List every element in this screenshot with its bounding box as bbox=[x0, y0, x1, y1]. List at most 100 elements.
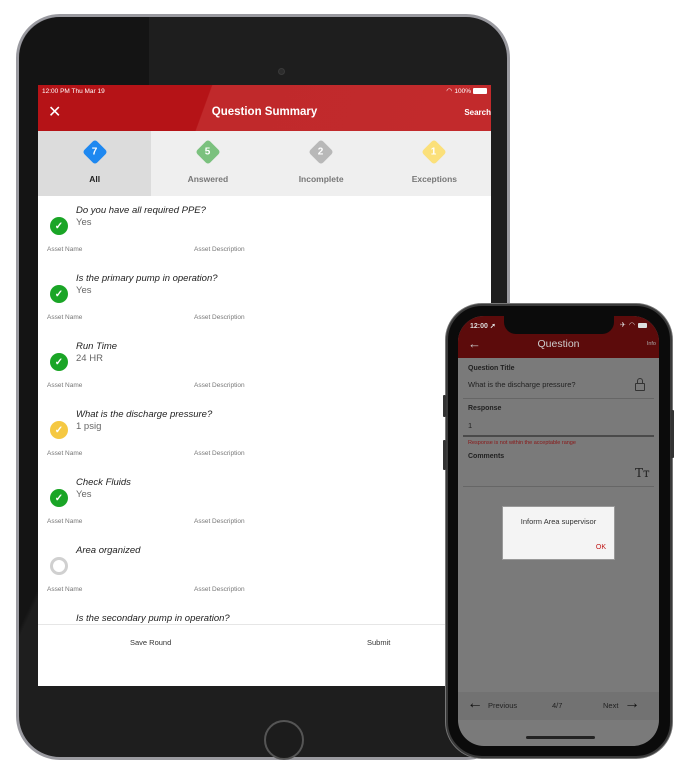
battery-icon bbox=[638, 322, 647, 328]
divider bbox=[463, 398, 654, 399]
tablet-footer: Save Round Submit bbox=[38, 624, 491, 686]
empty-circle-icon bbox=[50, 557, 68, 575]
tab-label: Incomplete bbox=[298, 174, 344, 184]
dialog-message: Inform Area supervisor bbox=[520, 517, 597, 526]
question-text: Area organized bbox=[76, 545, 141, 556]
search-button[interactable]: Search bbox=[464, 108, 491, 117]
asset-name: Asset Name bbox=[47, 382, 83, 389]
tab-exceptions[interactable]: 1 Exceptions bbox=[378, 131, 491, 196]
answer-text: 24 HR bbox=[76, 353, 103, 364]
answer-text: Yes bbox=[76, 217, 92, 228]
question-text: Do you have all required PPE? bbox=[76, 205, 206, 216]
question-item[interactable]: Check Fluids ✓ Yes Asset Name Asset Desc… bbox=[38, 468, 491, 536]
submit-button[interactable]: Submit bbox=[367, 638, 390, 647]
asset-description: Asset Description bbox=[194, 450, 245, 457]
check-circle-icon: ✓ bbox=[50, 217, 68, 235]
question-text: Is the primary pump in operation? bbox=[76, 273, 218, 284]
tab-all[interactable]: 7 All bbox=[38, 131, 152, 196]
arrow-right-icon[interactable]: → bbox=[624, 695, 640, 713]
tablet-camera bbox=[278, 68, 285, 75]
asset-description: Asset Description bbox=[194, 246, 245, 253]
battery-icon bbox=[473, 88, 487, 94]
wifi-icon: ◠ bbox=[446, 88, 453, 95]
asset-description: Asset Description bbox=[194, 382, 245, 389]
question-text: Check Fluids bbox=[76, 477, 131, 488]
asset-description: Asset Description bbox=[194, 314, 245, 321]
asset-description: Asset Description bbox=[194, 518, 245, 525]
response-input[interactable]: 1 bbox=[468, 421, 472, 430]
question-item[interactable]: Do you have all required PPE? ✓ Yes Asse… bbox=[38, 196, 491, 264]
tablet-navbar: 12:00 PM Thu Mar 19 ◠ 100% ✕ Question Su… bbox=[38, 85, 491, 131]
question-item[interactable]: Is the primary pump in operation? ✓ Yes … bbox=[38, 264, 491, 332]
tab-label: Exceptions bbox=[411, 174, 458, 184]
info-button[interactable]: Info bbox=[647, 341, 656, 347]
previous-button[interactable]: Previous bbox=[488, 701, 517, 710]
asset-name: Asset Name bbox=[47, 246, 83, 253]
comments-label: Comments bbox=[468, 453, 505, 460]
phone-status-icons: ✈ ◠ bbox=[620, 321, 647, 329]
battery-percent: 100% bbox=[454, 87, 471, 95]
save-round-button[interactable]: Save Round bbox=[130, 638, 171, 647]
tablet-status-bar: 12:00 PM Thu Mar 19 ◠ 100% bbox=[42, 86, 487, 96]
wifi-icon: ◠ bbox=[628, 322, 635, 329]
next-button[interactable]: Next bbox=[603, 701, 618, 710]
phone-screen: 12:00 ➚ ✈ ◠ ← Question Info Question Tit… bbox=[458, 316, 659, 746]
divider bbox=[463, 486, 654, 487]
phone-navbar: 12:00 ➚ ✈ ◠ ← Question Info bbox=[458, 316, 659, 358]
count-badge: 5 bbox=[195, 139, 221, 165]
count-badge: 7 bbox=[81, 139, 108, 165]
asset-name: Asset Name bbox=[47, 450, 83, 457]
page-title: Question Summary bbox=[211, 106, 318, 118]
tab-label: All bbox=[89, 174, 101, 184]
question-text: What is the discharge pressure? bbox=[76, 409, 213, 420]
question-item[interactable]: Is the secondary pump in operation? bbox=[38, 604, 491, 624]
question-title-label: Question Title bbox=[468, 365, 515, 372]
response-label: Response bbox=[468, 405, 502, 412]
question-item[interactable]: Run Time ✓ 24 HR Asset Name Asset Descri… bbox=[38, 332, 491, 400]
count-badge: 2 bbox=[308, 139, 334, 165]
phone-side-button bbox=[443, 395, 446, 417]
question-item[interactable]: Area organized Asset Name Asset Descript… bbox=[38, 536, 491, 604]
alert-dialog: Inform Area supervisor OK bbox=[502, 506, 615, 560]
error-message: Response is not within the acceptable ra… bbox=[468, 440, 576, 446]
tab-answered[interactable]: 5 Answered bbox=[151, 131, 264, 196]
asset-name: Asset Name bbox=[47, 314, 83, 321]
status-time-date: 12:00 PM Thu Mar 19 bbox=[42, 87, 105, 95]
asset-name: Asset Name bbox=[47, 518, 83, 525]
answer-text: 1 psig bbox=[76, 421, 102, 432]
status-time: 12:00 ➚ bbox=[470, 323, 496, 330]
question-text: Run Time bbox=[76, 341, 118, 352]
page-indicator: 4/7 bbox=[552, 701, 563, 710]
check-circle-icon: ✓ bbox=[50, 489, 68, 507]
phone-side-button bbox=[443, 440, 446, 470]
answer-text: Yes bbox=[76, 489, 92, 500]
answer-text: Yes bbox=[76, 285, 92, 296]
dialog-ok-button[interactable]: OK bbox=[596, 544, 606, 551]
filter-tabs: 7 All 5 Answered 2 Incomplete 1 Exceptio… bbox=[38, 131, 491, 196]
arrow-left-icon[interactable]: ← bbox=[467, 695, 483, 713]
lock-icon bbox=[635, 378, 645, 391]
input-underline bbox=[463, 435, 654, 437]
question-detail: Question Title What is the discharge pre… bbox=[458, 358, 659, 694]
question-list: Do you have all required PPE? ✓ Yes Asse… bbox=[38, 196, 491, 624]
tab-label: Answered bbox=[187, 174, 229, 184]
text-size-icon[interactable]: Tт bbox=[635, 466, 650, 480]
phone-bottom-nav: ← Previous 4/7 Next → bbox=[458, 692, 659, 720]
home-indicator[interactable] bbox=[526, 736, 595, 739]
asset-name: Asset Name bbox=[47, 586, 83, 593]
page-title: Question bbox=[537, 338, 580, 350]
check-circle-icon: ✓ bbox=[50, 353, 68, 371]
check-circle-icon: ✓ bbox=[50, 285, 68, 303]
tablet-screen: 12:00 PM Thu Mar 19 ◠ 100% ✕ Question Su… bbox=[38, 85, 491, 686]
question-text: Is the secondary pump in operation? bbox=[76, 613, 230, 624]
phone-side-button bbox=[671, 410, 674, 458]
asset-description: Asset Description bbox=[194, 586, 245, 593]
count-badge: 1 bbox=[421, 139, 448, 165]
phone-notch bbox=[504, 316, 614, 334]
question-title-value: What is the discharge pressure? bbox=[468, 380, 576, 389]
question-item[interactable]: What is the discharge pressure? ✓ 1 psig… bbox=[38, 400, 491, 468]
tab-incomplete[interactable]: 2 Incomplete bbox=[265, 131, 378, 196]
warning-check-circle-icon: ✓ bbox=[50, 421, 68, 439]
tablet-home-button[interactable] bbox=[264, 720, 304, 760]
airplane-icon: ✈ bbox=[620, 322, 626, 329]
